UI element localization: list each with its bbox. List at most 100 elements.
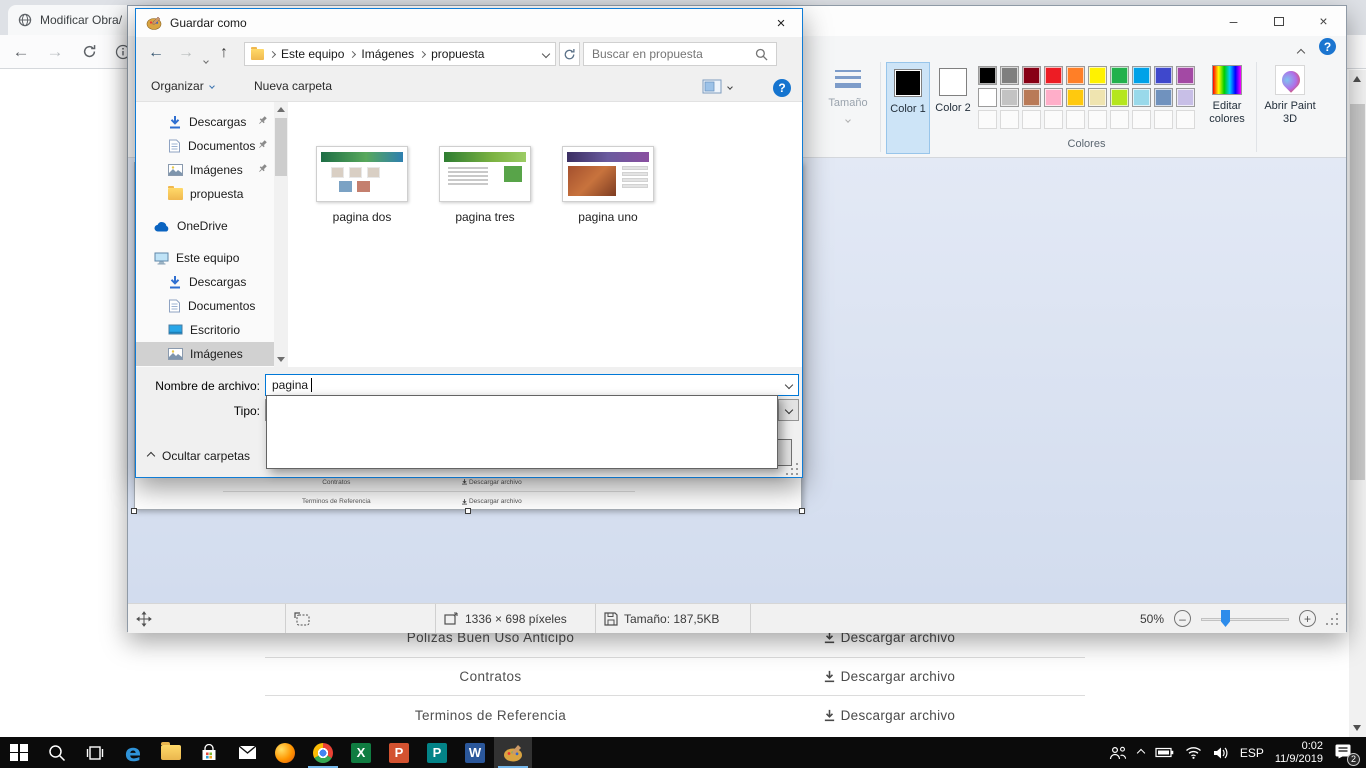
zoom-in-button[interactable]: + xyxy=(1299,610,1316,627)
scroll-up-arrow[interactable] xyxy=(277,107,285,112)
palette-swatch-empty[interactable] xyxy=(1066,110,1085,129)
file-item[interactable]: pagina tres xyxy=(437,146,533,224)
scroll-down-arrow[interactable] xyxy=(277,357,285,362)
open-paint3d-button[interactable]: Abrir Paint 3D xyxy=(1262,62,1318,126)
sidebar-item-escritorio[interactable]: Escritorio xyxy=(136,318,274,342)
nav-up-button[interactable]: ↑ xyxy=(220,44,228,62)
organize-button[interactable]: Organizar xyxy=(151,79,214,93)
palette-swatch-empty[interactable] xyxy=(1176,110,1195,129)
search-input[interactable]: Buscar en propuesta xyxy=(583,42,777,66)
refresh-button[interactable] xyxy=(559,42,580,66)
taskbar-powerpoint-button[interactable]: P xyxy=(380,737,418,768)
taskbar-word-button[interactable]: W xyxy=(456,737,494,768)
taskbar-search-button[interactable] xyxy=(38,737,76,768)
palette-swatch[interactable] xyxy=(1088,88,1107,107)
scroll-up-arrow[interactable] xyxy=(1353,76,1361,82)
file-item[interactable]: pagina uno xyxy=(560,146,656,224)
palette-swatch[interactable] xyxy=(1066,66,1085,85)
sidebar-item-descargas-2[interactable]: Descargas xyxy=(136,270,274,294)
palette-swatch[interactable] xyxy=(1110,66,1129,85)
palette-swatch[interactable] xyxy=(1022,88,1041,107)
palette-swatch[interactable] xyxy=(978,66,997,85)
palette-swatch[interactable] xyxy=(1110,88,1129,107)
palette-swatch[interactable] xyxy=(1132,88,1151,107)
wifi-icon[interactable] xyxy=(1185,746,1202,759)
dialog-titlebar[interactable]: Guardar como × xyxy=(136,9,802,37)
taskbar-firefox-button[interactable] xyxy=(266,737,304,768)
taskbar-excel-button[interactable]: X xyxy=(342,737,380,768)
window-resize-grip[interactable] xyxy=(1326,613,1338,625)
new-folder-button[interactable]: Nueva carpeta xyxy=(254,79,332,93)
taskbar-clock[interactable]: 0:02 11/9/2019 xyxy=(1275,740,1323,766)
download-link[interactable]: Descargar archivo xyxy=(823,696,956,735)
palette-swatch[interactable] xyxy=(1088,66,1107,85)
sidebar-item-imagenes[interactable]: Imágenes xyxy=(136,158,274,182)
palette-swatch[interactable] xyxy=(1000,88,1019,107)
volume-icon[interactable] xyxy=(1213,746,1229,760)
canvas-resize-handle[interactable] xyxy=(465,508,471,514)
palette-swatch-empty[interactable] xyxy=(978,110,997,129)
color1-button[interactable]: Color 1 xyxy=(886,62,930,154)
sidebar-item-descargas[interactable]: Descargas xyxy=(136,110,274,134)
task-view-button[interactable] xyxy=(76,737,114,768)
address-breadcrumb[interactable]: Este equipo Imágenes propuesta xyxy=(244,42,556,66)
breadcrumb-dropdown-icon[interactable] xyxy=(542,50,550,58)
palette-swatch[interactable] xyxy=(1044,88,1063,107)
zoom-out-button[interactable]: – xyxy=(1174,610,1191,627)
help-button[interactable]: ? xyxy=(773,79,791,97)
taskbar-file-explorer-button[interactable] xyxy=(152,737,190,768)
hide-folders-button[interactable]: Ocultar carpetas xyxy=(148,449,250,463)
taskbar-publisher-button[interactable]: P xyxy=(418,737,456,768)
palette-swatch[interactable] xyxy=(1044,66,1063,85)
sidebar-item-documentos[interactable]: Documentos xyxy=(136,134,274,158)
edit-colors-button[interactable]: Editar colores xyxy=(1200,62,1254,126)
canvas-resize-handle[interactable] xyxy=(799,508,805,514)
breadcrumb-item[interactable]: propuesta xyxy=(431,47,484,61)
view-mode-button[interactable] xyxy=(702,79,732,94)
taskbar-chrome-button[interactable] xyxy=(304,737,342,768)
scrollbar-thumb[interactable] xyxy=(275,118,287,176)
scrollbar-thumb[interactable] xyxy=(1350,104,1365,480)
help-button[interactable]: ? xyxy=(1319,38,1336,55)
sidebar-item-imagenes-2[interactable]: Imágenes xyxy=(136,342,274,366)
taskbar-edge-button[interactable]: e xyxy=(114,737,152,768)
taskbar-store-button[interactable] xyxy=(190,737,228,768)
filetype-dropdown-button[interactable] xyxy=(778,400,798,420)
breadcrumb-item[interactable]: Imágenes xyxy=(361,47,414,61)
nav-back-button[interactable]: ← xyxy=(148,44,164,62)
palette-swatch[interactable] xyxy=(1132,66,1151,85)
palette-swatch[interactable] xyxy=(1176,66,1195,85)
sidebar-item-este-equipo[interactable]: Este equipo xyxy=(136,246,274,270)
color2-button[interactable]: Color 2 xyxy=(932,62,974,154)
taskbar-mail-button[interactable] xyxy=(228,737,266,768)
breadcrumb-item[interactable]: Este equipo xyxy=(281,47,344,61)
palette-swatch-empty[interactable] xyxy=(1110,110,1129,129)
palette-swatch-empty[interactable] xyxy=(1022,110,1041,129)
browser-reload-button[interactable] xyxy=(76,39,102,65)
browser-forward-button[interactable]: → xyxy=(42,39,68,65)
minimize-button[interactable]: – xyxy=(1211,6,1256,36)
zoom-slider[interactable] xyxy=(1201,610,1289,627)
palette-swatch[interactable] xyxy=(1022,66,1041,85)
palette-swatch[interactable] xyxy=(978,88,997,107)
filename-dropdown-icon[interactable] xyxy=(785,381,793,389)
notification-center-button[interactable]: 2 xyxy=(1334,743,1356,763)
file-item[interactable]: pagina dos xyxy=(314,146,410,224)
palette-swatch[interactable] xyxy=(1154,88,1173,107)
sidebar-item-documentos-2[interactable]: Documentos xyxy=(136,294,274,318)
palette-swatch[interactable] xyxy=(1066,88,1085,107)
palette-swatch-empty[interactable] xyxy=(1000,110,1019,129)
palette-swatch-empty[interactable] xyxy=(1044,110,1063,129)
palette-swatch[interactable] xyxy=(1154,66,1173,85)
sidebar-scrollbar[interactable] xyxy=(274,102,288,367)
maximize-button[interactable] xyxy=(1256,6,1301,36)
zoom-slider-thumb[interactable] xyxy=(1221,610,1230,627)
palette-swatch[interactable] xyxy=(1000,66,1019,85)
language-indicator[interactable]: ESP xyxy=(1240,746,1264,760)
nav-history-icon[interactable] xyxy=(204,50,208,68)
palette-swatch-empty[interactable] xyxy=(1132,110,1151,129)
canvas-resize-handle[interactable] xyxy=(131,508,137,514)
palette-swatch-empty[interactable] xyxy=(1088,110,1107,129)
download-link[interactable]: Descargar archivo xyxy=(823,658,956,696)
people-icon[interactable] xyxy=(1109,746,1127,760)
